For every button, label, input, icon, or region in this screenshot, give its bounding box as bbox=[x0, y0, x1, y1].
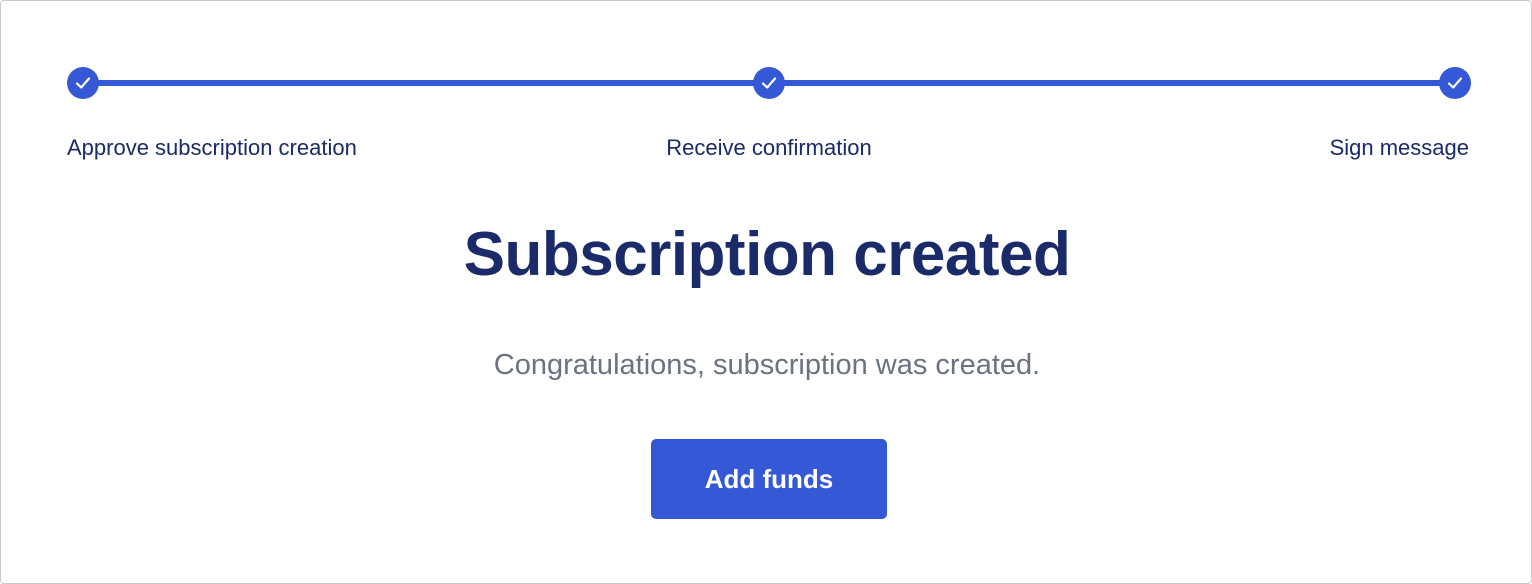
step-label-approve-subscription: Approve subscription creation bbox=[67, 135, 357, 160]
step-1-check-icon bbox=[67, 67, 99, 99]
step-3-check-icon bbox=[1439, 67, 1471, 99]
success-message: Congratulations, subscription was create… bbox=[493, 349, 1041, 381]
add-funds-button[interactable]: Add funds bbox=[651, 439, 887, 519]
step-label-sign-message: Sign message bbox=[1329, 135, 1469, 160]
step-2-check-icon bbox=[753, 67, 785, 99]
subscription-panel: Approve subscription creation Receive co… bbox=[0, 0, 1532, 584]
step-label-receive-confirmation: Receive confirmation bbox=[666, 135, 872, 160]
page-title: Subscription created bbox=[463, 220, 1071, 289]
